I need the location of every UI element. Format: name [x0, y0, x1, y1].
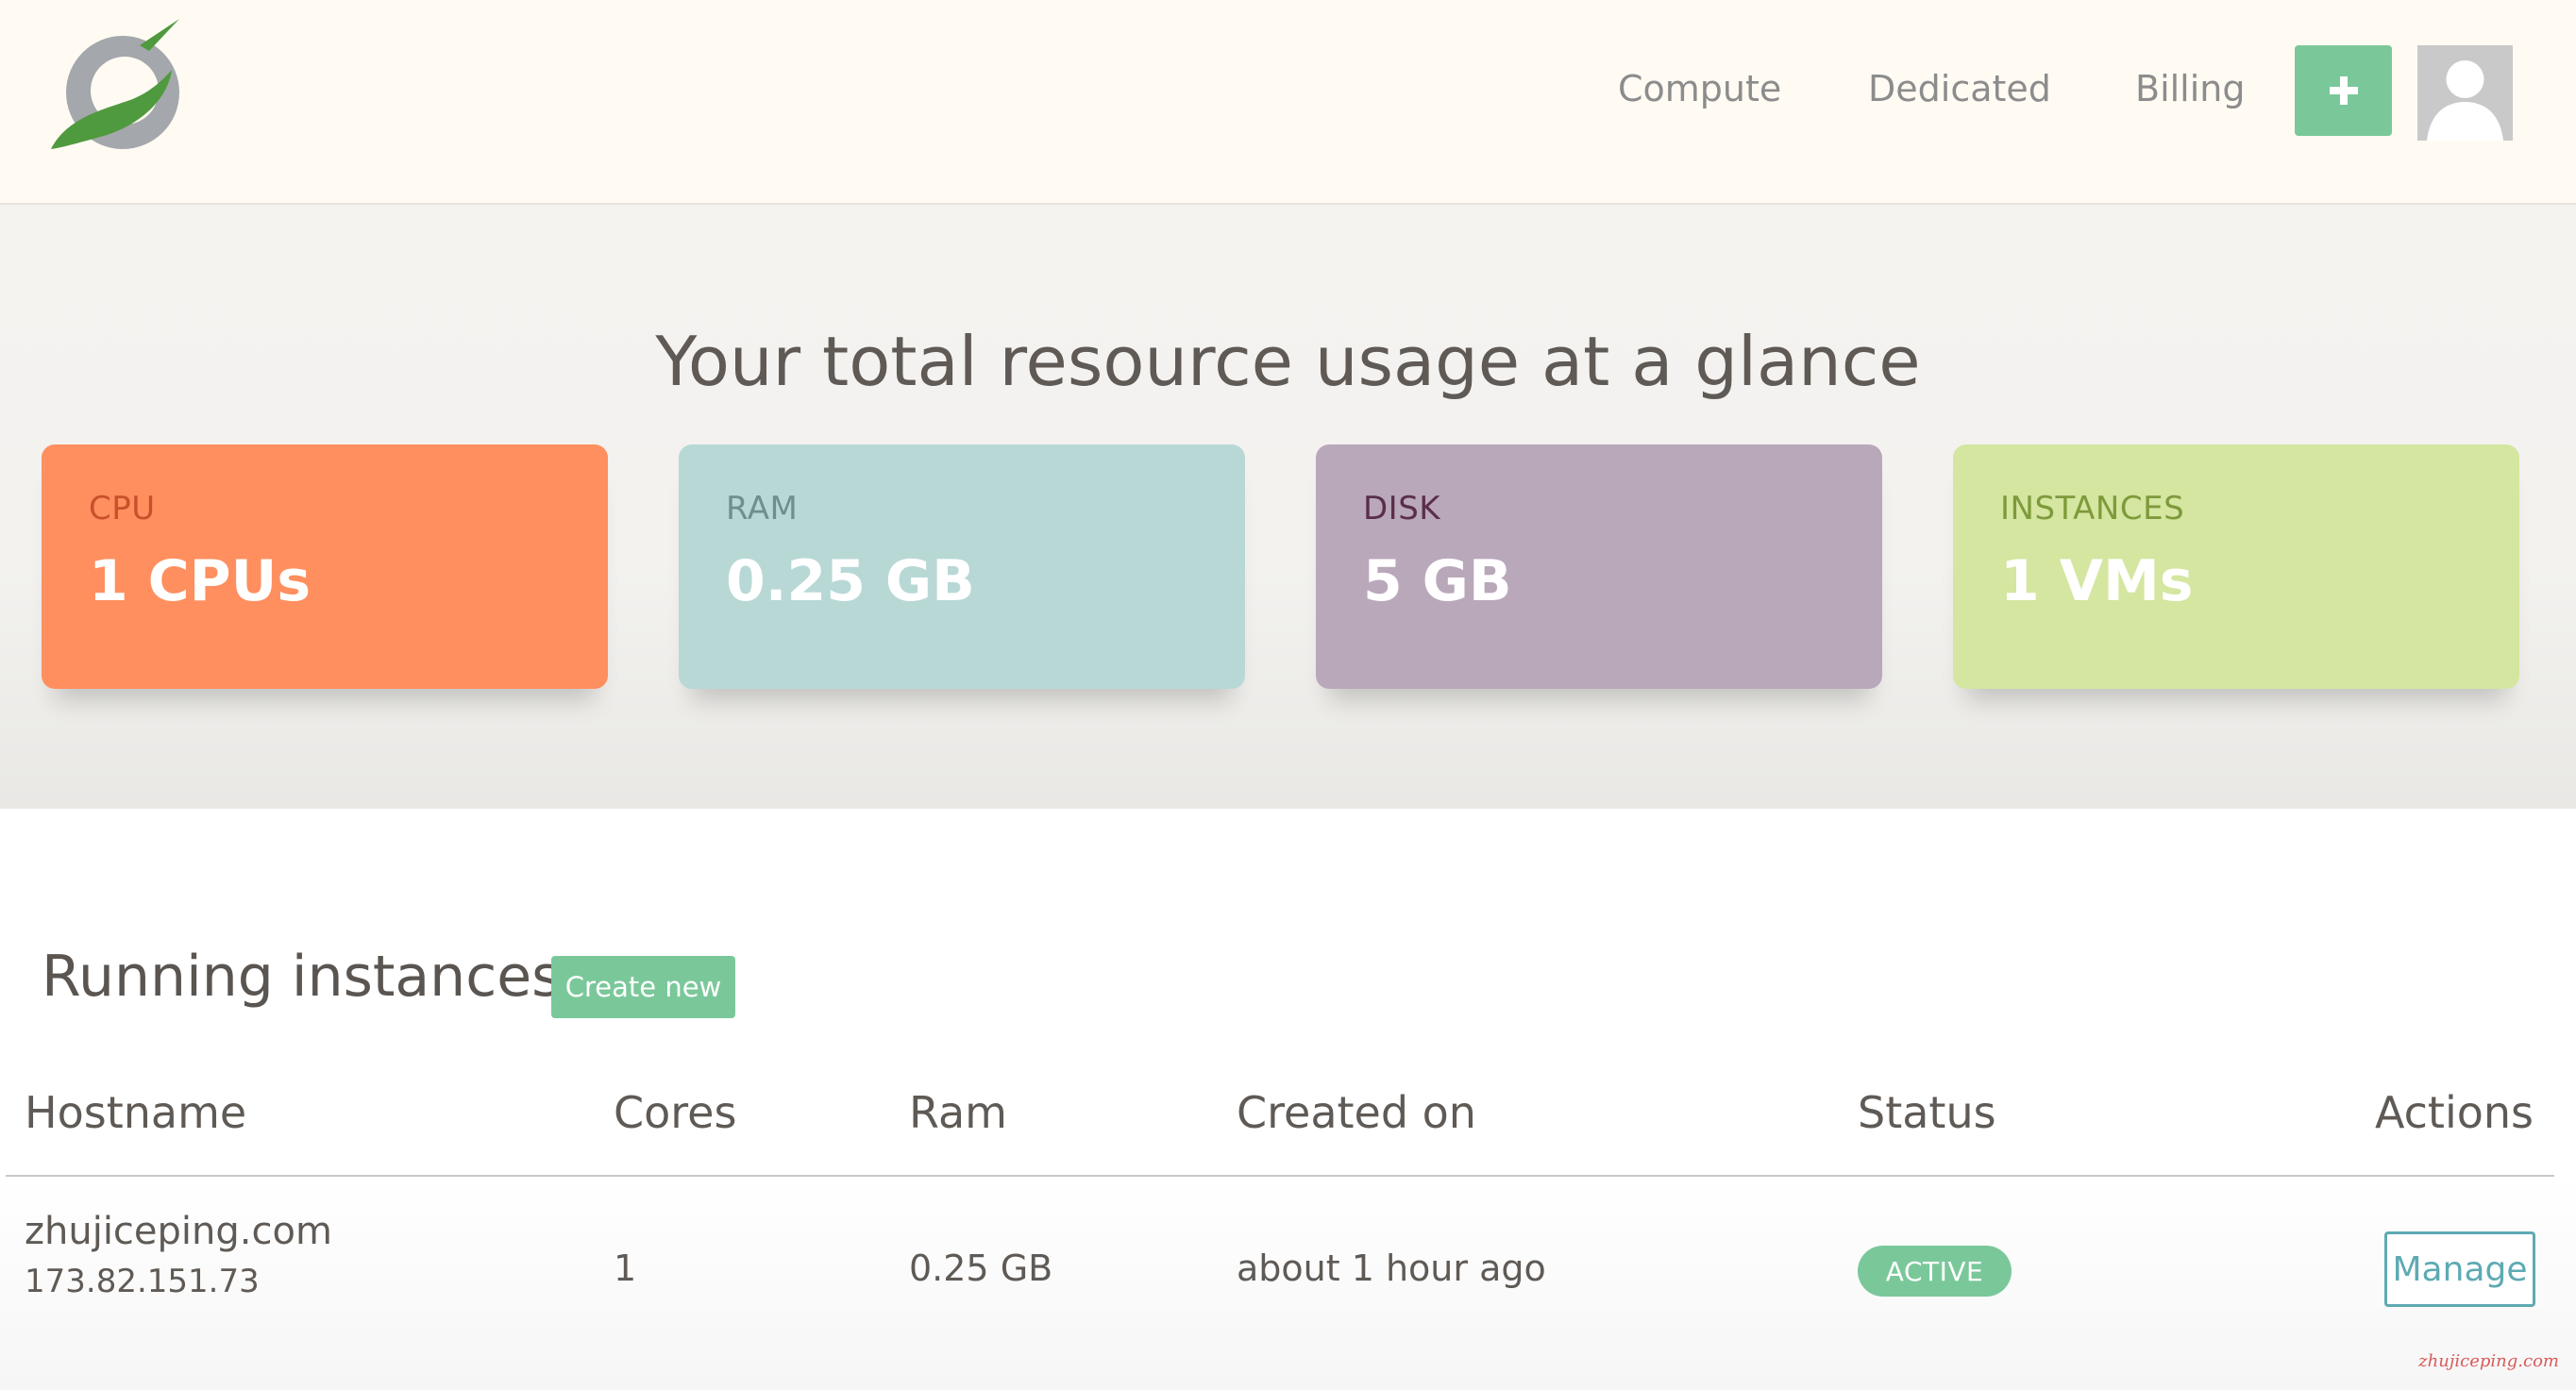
ram-stat-card: RAM 0.25 GB	[679, 444, 1245, 689]
plus-icon	[2329, 76, 2358, 105]
top-navbar: Compute Dedicated Billing	[0, 0, 2576, 205]
stat-value: 5 GB	[1363, 548, 1512, 614]
user-avatar[interactable]	[2417, 45, 2513, 141]
nav-compute[interactable]: Compute	[1618, 68, 1781, 109]
page-title: Your total resource usage at a glance	[655, 322, 1921, 401]
nav-dedicated[interactable]: Dedicated	[1868, 68, 2051, 109]
column-header-actions: Actions	[2374, 1087, 2534, 1138]
section-title: Running instances	[42, 944, 562, 1010]
column-header-ram: Ram	[909, 1087, 1007, 1138]
logo-icon[interactable]	[38, 8, 198, 168]
column-header-cores: Cores	[614, 1087, 737, 1138]
manage-button[interactable]: Manage	[2384, 1231, 2535, 1307]
instance-ip: 173.82.151.73	[25, 1263, 260, 1300]
add-button[interactable]	[2295, 45, 2392, 136]
create-new-button[interactable]: Create new	[551, 956, 735, 1018]
stat-label: INSTANCES	[2000, 490, 2185, 528]
stat-value: 0.25 GB	[726, 548, 975, 614]
watermark: zhujiceping.com	[2418, 1351, 2559, 1371]
stat-value: 1 CPUs	[89, 548, 311, 614]
nav-billing[interactable]: Billing	[2135, 68, 2246, 109]
disk-stat-card: DISK 5 GB	[1316, 444, 1882, 689]
stat-label: RAM	[726, 490, 799, 528]
usage-overview: Your total resource usage at a glance CP…	[0, 205, 2576, 809]
stat-label: DISK	[1363, 490, 1441, 528]
instances-stat-card: INSTANCES 1 VMs	[1953, 444, 2519, 689]
stat-label: CPU	[89, 490, 156, 528]
instance-hostname[interactable]: zhujiceping.com	[25, 1210, 332, 1253]
status-badge: ACTIVE	[1858, 1246, 2012, 1297]
cpu-stat-card: CPU 1 CPUs	[42, 444, 608, 689]
stat-value: 1 VMs	[2000, 548, 2194, 614]
column-header-status: Status	[1858, 1087, 1996, 1138]
instance-ram: 0.25 GB	[909, 1248, 1053, 1289]
column-header-created-on: Created on	[1237, 1087, 1476, 1138]
user-avatar-icon	[2427, 60, 2503, 141]
column-header-hostname: Hostname	[25, 1087, 247, 1138]
instance-cores: 1	[614, 1248, 637, 1289]
instance-created-on: about 1 hour ago	[1237, 1248, 1546, 1289]
